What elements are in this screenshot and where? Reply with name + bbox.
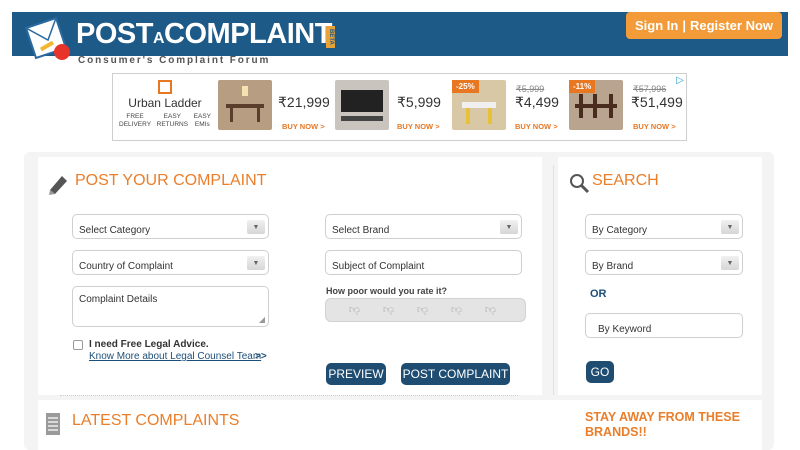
auth-button-group: Sign In | Register Now	[626, 12, 782, 39]
site-logo[interactable]: POSTACOMPLAINT	[76, 19, 332, 54]
post-complaint-title: POST YOUR COMPLAINT	[75, 172, 267, 189]
ad-buy-now[interactable]: BUY NOW >	[515, 122, 558, 131]
chevron-down-icon: ▼	[500, 220, 518, 234]
search-brand-select[interactable]: By Brand ▼	[585, 250, 743, 275]
ad-price: ₹4,499	[515, 94, 559, 110]
rating-thumbs[interactable]: 👎︎ 👎︎ 👎︎ 👎︎ 👎︎	[325, 298, 526, 322]
ad-brand-name: Urban Ladder	[128, 96, 202, 110]
ad-feature-free-delivery: FREE DELIVERY	[119, 113, 152, 128]
chevron-down-icon: ▼	[721, 256, 739, 270]
chevron-down-icon: ▼	[247, 220, 265, 234]
search-category-select[interactable]: By Category ▼	[585, 214, 743, 239]
complaint-details-textarea[interactable]: Complaint Details ◢	[72, 286, 269, 327]
ad-item[interactable]: ₹21,999 BUY NOW >	[218, 80, 330, 136]
ad-discount-badge: -25%	[452, 80, 479, 93]
ad-brand-block: Urban Ladder FREE DELIVERY EASY RETURNS EA…	[119, 80, 211, 129]
ad-buy-now[interactable]: BUY NOW >	[633, 122, 676, 131]
legal-advice-label: I need Free Legal Advice.	[89, 339, 209, 350]
site-tagline: Consumer's Complaint Forum	[78, 55, 271, 66]
ad-discount-badge: -11%	[569, 80, 596, 93]
ad-buy-now[interactable]: BUY NOW >	[397, 122, 440, 131]
country-select-value: Country of Complaint	[79, 261, 173, 272]
search-category-value: By Category	[592, 225, 648, 236]
keyword-placeholder: By Keyword	[598, 324, 652, 335]
stay-away-title-line1: STAY AWAY FROM THESE	[585, 410, 740, 424]
or-separator: OR	[590, 288, 607, 300]
auth-separator: |	[682, 18, 686, 33]
category-select[interactable]: Select Category ▼	[72, 214, 269, 239]
ad-price: ₹5,999	[397, 94, 441, 110]
legal-advice-checkbox[interactable]	[73, 340, 83, 350]
rating-label: How poor would you rate it?	[326, 286, 447, 296]
thumbs-down-icon[interactable]: 👎︎	[416, 304, 429, 316]
ad-product-image	[335, 80, 389, 130]
search-brand-value: By Brand	[592, 261, 634, 272]
ad-features: FREE DELIVERY EASY RETURNS EASY EMIs	[119, 113, 211, 129]
ad-feature-easy-emis: EASY EMIs	[193, 113, 211, 128]
subject-input[interactable]: Subject of Complaint	[325, 250, 522, 275]
logo-a: A	[152, 30, 165, 47]
ad-banner[interactable]: Urban Ladder FREE DELIVERY EASY RETURNS EA…	[112, 73, 687, 141]
ad-buy-now[interactable]: BUY NOW >	[282, 122, 325, 131]
logo-envelope-icon[interactable]	[22, 14, 74, 64]
adchoices-icon[interactable]: ▷	[676, 75, 684, 86]
preview-button[interactable]: PREVIEW	[326, 363, 386, 385]
legal-link-arrow[interactable]: >>	[255, 351, 267, 362]
chevron-down-icon: ▼	[721, 220, 739, 234]
thumbs-down-icon[interactable]: 👎︎	[348, 304, 361, 316]
document-list-icon	[45, 412, 61, 441]
go-button[interactable]: GO	[586, 361, 614, 383]
subject-placeholder: Subject of Complaint	[332, 261, 425, 272]
post-complaint-button[interactable]: POST COMPLAINT	[401, 363, 510, 385]
thumbs-down-icon[interactable]: 👎︎	[382, 304, 395, 316]
brand-select-value: Select Brand	[332, 225, 390, 236]
register-link[interactable]: Register Now	[690, 18, 773, 33]
sign-in-link[interactable]: Sign In	[635, 18, 678, 33]
thumbs-down-icon[interactable]: 👎︎	[484, 304, 497, 316]
section-divider	[60, 395, 518, 396]
column-divider	[553, 165, 554, 395]
logo-post: POST	[76, 18, 153, 50]
ad-item[interactable]: -25% ₹5,999 ₹4,499 BUY NOW >	[452, 80, 564, 136]
ad-product-image	[218, 80, 272, 130]
category-select-value: Select Category	[79, 225, 151, 236]
keyword-input[interactable]: By Keyword	[585, 313, 743, 338]
ad-feature-easy-returns: EASY RETURNS	[156, 113, 189, 128]
pencil-icon	[46, 172, 70, 201]
ad-item[interactable]: ₹5,999 BUY NOW >	[335, 80, 445, 136]
search-title: SEARCH	[592, 172, 659, 189]
thumbs-down-icon[interactable]: 👎︎	[450, 304, 463, 316]
ad-price: ₹51,499	[631, 94, 683, 110]
resize-handle-icon[interactable]: ◢	[259, 315, 265, 324]
beta-badge: BETA	[326, 26, 335, 48]
stay-away-title-line2: BRANDS!!	[585, 425, 647, 439]
legal-counsel-link[interactable]: Know More about Legal Counsel Team	[89, 351, 261, 362]
ad-price: ₹21,999	[278, 94, 330, 110]
urban-ladder-logo-icon	[158, 80, 172, 94]
country-select[interactable]: Country of Complaint ▼	[72, 250, 269, 275]
magnifier-icon	[568, 172, 590, 199]
latest-complaints-title: LATEST COMPLAINTS	[72, 412, 240, 429]
logo-complaint: COMPLAINT	[164, 18, 332, 50]
ad-item[interactable]: -11% ₹57,996 ₹51,499 BUY NOW >	[569, 80, 683, 136]
chevron-down-icon: ▼	[247, 256, 265, 270]
brand-select[interactable]: Select Brand ▼	[325, 214, 522, 239]
complaint-details-placeholder: Complaint Details	[79, 294, 158, 305]
